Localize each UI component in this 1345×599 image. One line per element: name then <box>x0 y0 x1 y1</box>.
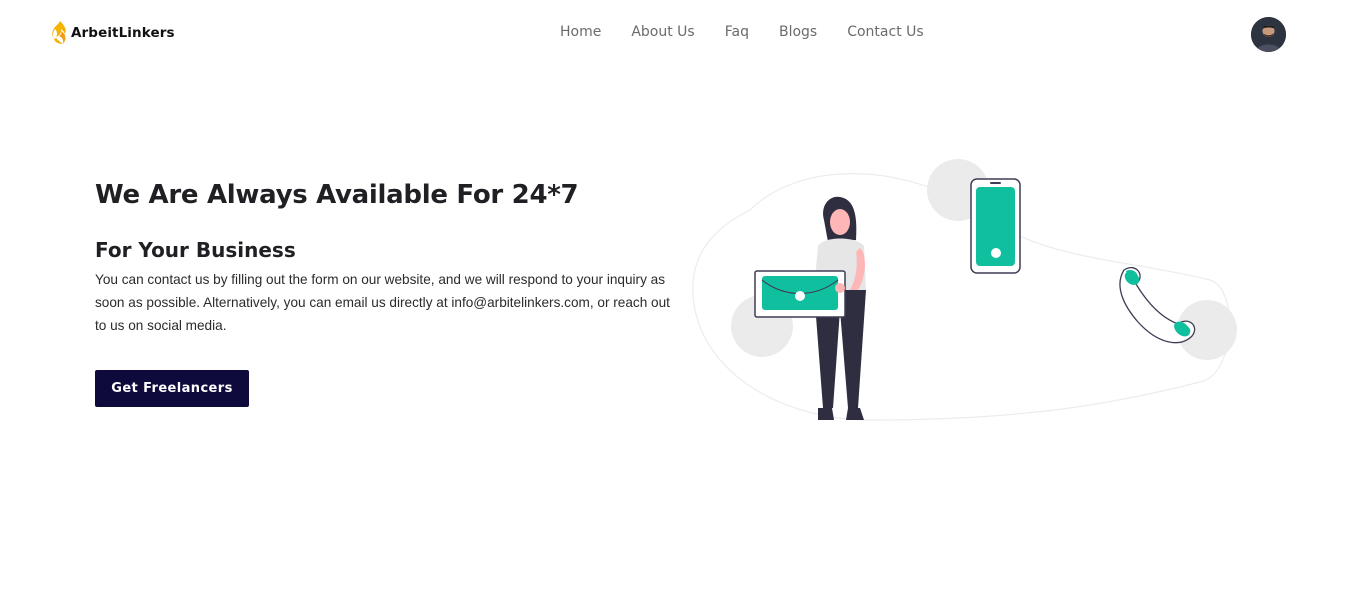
telephone-handset-icon <box>1119 267 1196 344</box>
nav-about-us[interactable]: About Us <box>631 24 694 40</box>
nav-home[interactable]: Home <box>560 24 601 40</box>
nav-contact-us[interactable]: Contact Us <box>847 24 923 40</box>
brand-logo[interactable]: ArbeitLinkers <box>52 21 175 45</box>
brand-name: ArbeitLinkers <box>71 25 175 41</box>
user-avatar[interactable] <box>1251 17 1286 52</box>
smartphone-icon <box>970 178 1021 274</box>
hero-subtitle: For Your Business <box>95 238 296 262</box>
nav-faq[interactable]: Faq <box>725 24 749 40</box>
avatar-icon <box>1251 17 1286 52</box>
main-nav: Home About Us Faq Blogs Contact Us <box>560 24 954 40</box>
get-freelancers-button[interactable]: Get Freelancers <box>95 370 249 407</box>
contact-illustration <box>692 159 1237 421</box>
flame-logo-icon <box>52 21 66 44</box>
hero-description: You can contact us by filling out the fo… <box>95 272 670 333</box>
site-header: ArbeitLinkers Home About Us Faq Blogs Co… <box>0 0 1345 66</box>
woman-figure <box>754 196 866 420</box>
page-title: We Are Always Available For 24*7 <box>95 180 579 210</box>
nav-blogs[interactable]: Blogs <box>779 24 817 40</box>
